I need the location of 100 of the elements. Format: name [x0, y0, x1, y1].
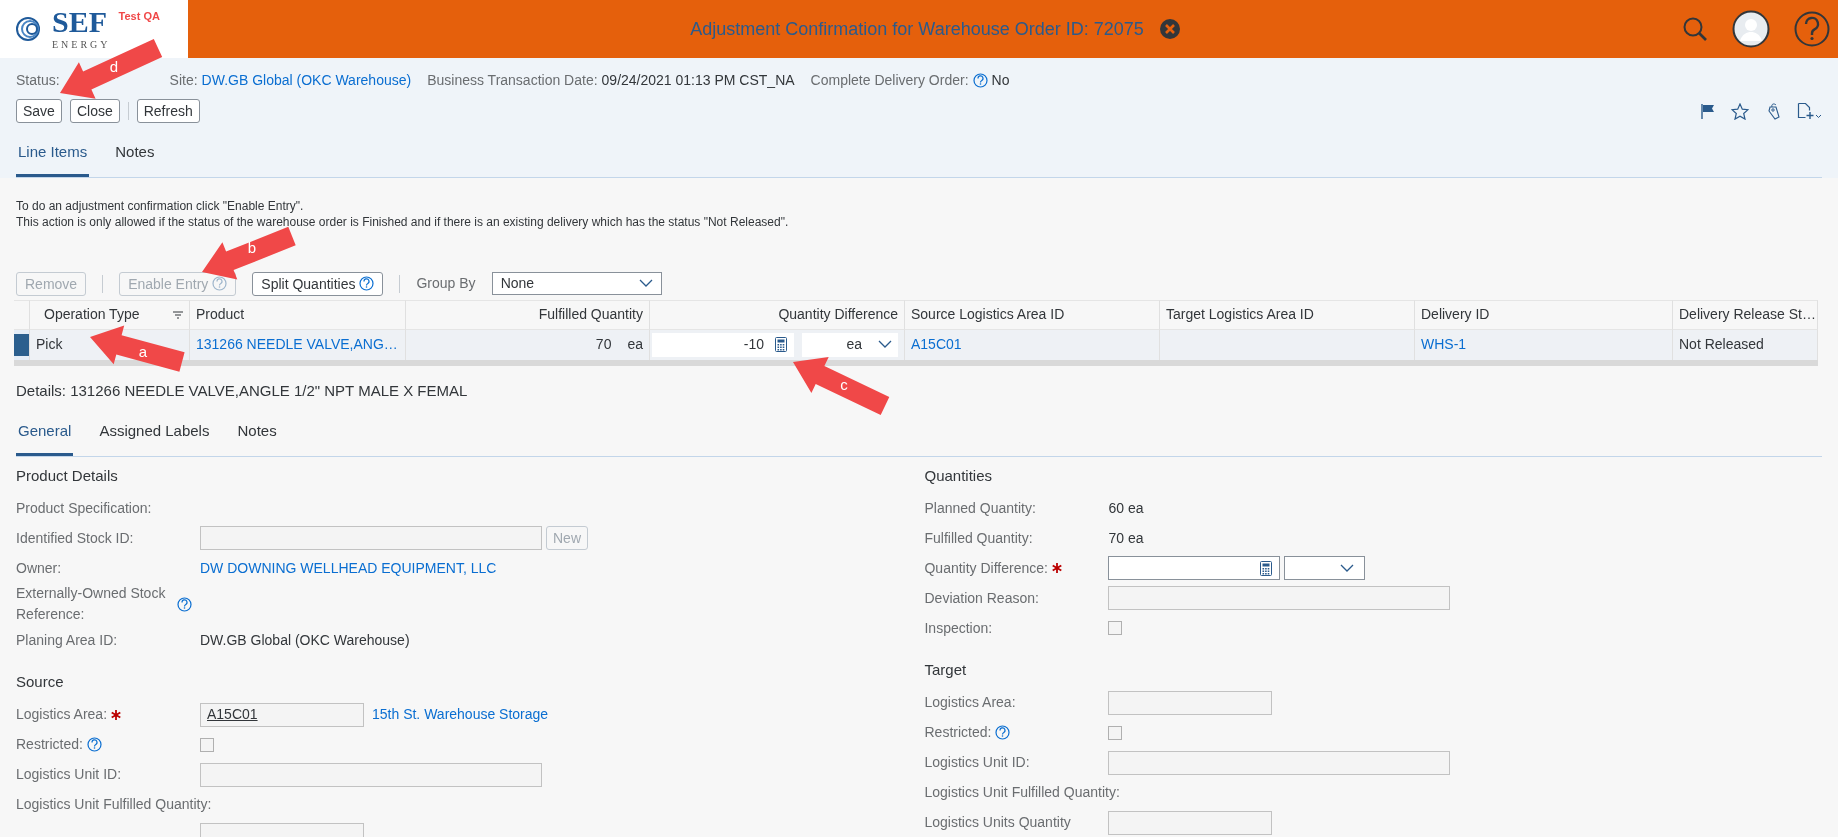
- unit-text: ea: [627, 335, 643, 354]
- calculator-icon[interactable]: [1259, 560, 1274, 576]
- column-header: Fulfilled Quantity: [406, 299, 650, 330]
- field-label: Fulfilled Quantity:: [924, 528, 1033, 548]
- tab[interactable]: Line Items: [16, 131, 90, 177]
- field-label: Restricted:: [924, 723, 992, 742]
- text-field[interactable]: [200, 762, 542, 787]
- calculator-icon[interactable]: [774, 337, 788, 352]
- flag-icon[interactable]: [1700, 102, 1715, 120]
- column-header: Product: [190, 299, 406, 330]
- field-label: Planned Quantity:: [924, 498, 1036, 518]
- filter-icon[interactable]: [173, 310, 183, 319]
- cell-link[interactable]: 131266 NEEDLE VALVE,ANG…: [196, 334, 398, 355]
- toolbar-button[interactable]: Split Quantities: [252, 271, 384, 296]
- help-icon[interactable]: [972, 73, 988, 88]
- action-button[interactable]: Save: [16, 99, 62, 123]
- column-header: Delivery Release St…: [1673, 299, 1818, 330]
- field-value: 70 ea: [1108, 528, 1144, 548]
- column-header: Operation Type: [44, 305, 140, 324]
- annotation-letter: d: [109, 58, 119, 75]
- field-label: Deviation Reason:: [924, 588, 1039, 608]
- text-field[interactable]: [200, 526, 542, 550]
- checkbox[interactable]: [200, 737, 214, 752]
- field-value: No: [991, 71, 1010, 90]
- test-tag: Test QA: [118, 8, 160, 25]
- help-icon[interactable]: [1794, 11, 1830, 47]
- column-header: Source Logistics Area ID: [905, 299, 1160, 330]
- chevron-down-icon[interactable]: [1340, 563, 1355, 573]
- checkbox[interactable]: [1108, 621, 1123, 635]
- quantity-input[interactable]: -10: [652, 332, 794, 357]
- help-icon[interactable]: [86, 737, 102, 752]
- quantity-value: 70: [595, 335, 612, 354]
- text-field[interactable]: A15C01: [200, 702, 364, 727]
- field-label: Business Transaction Date:: [427, 71, 598, 90]
- row-selector[interactable]: [14, 333, 29, 356]
- annotation-letter: c: [840, 376, 848, 393]
- checkbox[interactable]: [1108, 725, 1123, 740]
- text-field[interactable]: [1108, 586, 1451, 610]
- field-label: Logistics Area:: [924, 693, 1016, 712]
- group-by-select[interactable]: None: [491, 272, 662, 295]
- logo-word: SEF: [52, 6, 109, 37]
- add-document-icon[interactable]: [1797, 102, 1822, 120]
- annotation-letter: a: [138, 343, 148, 360]
- unit-select[interactable]: [1284, 556, 1366, 580]
- field-label: Logistics Area:: [16, 705, 108, 724]
- field-label: Owner:: [16, 558, 62, 578]
- tag-icon[interactable]: [1765, 102, 1781, 120]
- field-label: Site:: [169, 71, 198, 90]
- field-label: Restricted:: [16, 735, 83, 754]
- column-header: Target Logistics Area ID: [1160, 299, 1415, 330]
- field-label: Logistics Unit ID:: [16, 765, 122, 784]
- field-label: Product Specification:: [16, 498, 152, 518]
- logo-subword: ENERGY: [52, 37, 111, 52]
- action-button[interactable]: Close: [69, 99, 120, 123]
- tab[interactable]: General: [16, 410, 74, 456]
- section-title: Quantities: [924, 465, 994, 486]
- cell-link[interactable]: WHS-1: [1421, 334, 1467, 355]
- chevron-down-icon[interactable]: [878, 340, 892, 349]
- group-by-label: Group By: [416, 274, 476, 293]
- area-link[interactable]: 15th St. Warehouse Storage: [372, 704, 549, 725]
- field-label: Status:: [16, 71, 60, 90]
- field-label: Quantity Difference:: [924, 558, 1048, 578]
- close-icon[interactable]: [1159, 19, 1180, 39]
- star-icon[interactable]: [1731, 102, 1749, 120]
- tab[interactable]: Notes: [113, 131, 157, 177]
- field-label: Inspection:: [924, 618, 993, 638]
- field-value: DW.GB Global (OKC Warehouse): [200, 630, 410, 650]
- cell-link[interactable]: A15C01: [911, 334, 962, 355]
- annotation-letter: b: [247, 239, 257, 256]
- field-label: Externally-Owned Stock Reference:: [16, 584, 166, 624]
- help-icon[interactable]: [359, 276, 375, 291]
- tab[interactable]: Assigned Labels: [97, 410, 212, 456]
- info-text: To do an adjustment confirmation click "Enable Entry".: [16, 197, 305, 214]
- text-field[interactable]: [1108, 690, 1273, 715]
- info-text: This action is only allowed if the status of the warehouse order is Finished and if there is an existing delivery which has the status "Not Released".: [16, 213, 790, 230]
- quantity-input[interactable]: [1108, 556, 1281, 580]
- section-title: Target: [924, 660, 968, 680]
- help-icon[interactable]: [177, 596, 192, 612]
- avatar-icon[interactable]: [1732, 10, 1770, 48]
- field-value: 09/24/2021 01:13 PM CST_NA: [601, 71, 795, 90]
- column-header: Delivery ID: [1415, 299, 1673, 330]
- search-icon[interactable]: [1682, 16, 1708, 42]
- action-button[interactable]: Refresh: [136, 99, 200, 123]
- field-label: Logistics Unit Fulfilled Quantity:: [16, 795, 212, 814]
- tab[interactable]: Notes: [235, 410, 279, 456]
- chevron-down-icon[interactable]: [638, 279, 653, 288]
- site-link[interactable]: DW.GB Global (OKC Warehouse): [201, 70, 412, 91]
- unit-select[interactable]: ea: [802, 332, 898, 357]
- section-title: Product Details: [16, 465, 119, 486]
- field-label: Logistics Unit ID:: [924, 753, 1030, 772]
- field-label: Complete Delivery Order:: [810, 71, 969, 90]
- page-title: Adjustment Confirmation for Warehouse Order ID: 72075: [690, 17, 1144, 41]
- field-label: Logistics Unit Fulfilled Quantity:: [924, 783, 1120, 802]
- details-title: Details: 131266 NEEDLE VALVE,ANGLE 1/2" NPT MALE X FEMAL: [16, 380, 468, 401]
- owner-link[interactable]: DW DOWNING WELLHEAD EQUIPMENT, LLC: [200, 557, 497, 579]
- horizontal-scrollbar[interactable]: [14, 359, 1818, 366]
- text-field[interactable]: [1108, 750, 1451, 775]
- text-field[interactable]: [1108, 810, 1273, 835]
- field-label: Identified Stock ID:: [16, 528, 134, 548]
- help-icon[interactable]: [995, 725, 1011, 740]
